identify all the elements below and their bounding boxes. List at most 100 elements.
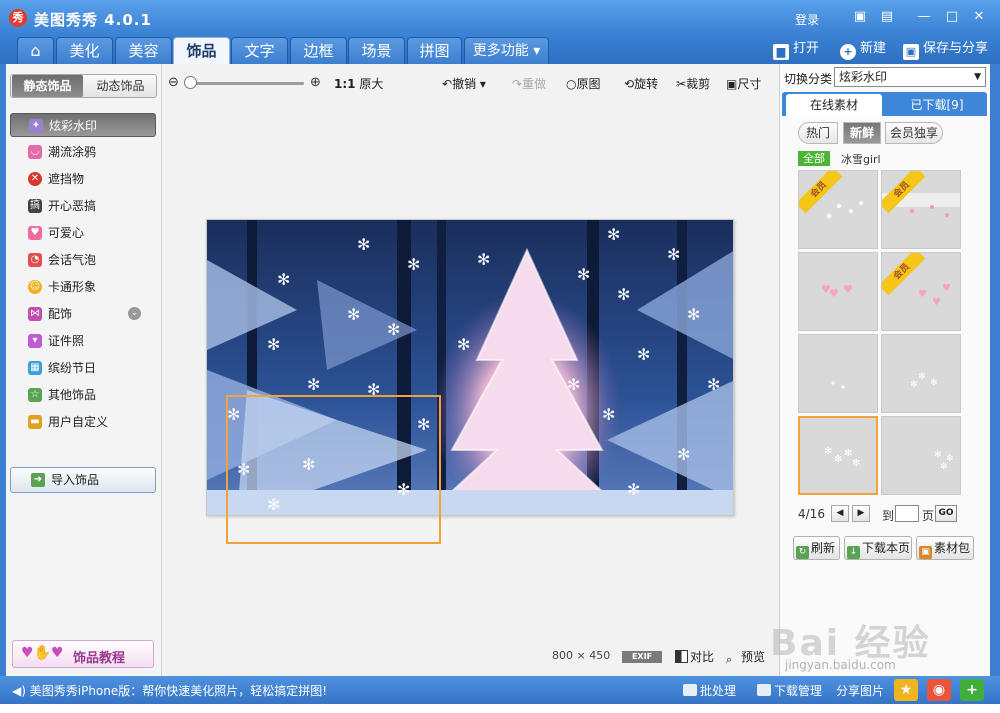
material-thumb[interactable]: 会员 [798, 170, 878, 249]
zoom-in-icon[interactable]: ⊕ [310, 75, 321, 90]
preview-button[interactable]: ⌕ 预览 [726, 648, 765, 666]
filter-member-only[interactable]: 会员独享 [885, 122, 943, 144]
category-label: 缤纷节日 [48, 361, 97, 375]
svg-text:✻: ✻ [407, 255, 420, 274]
next-page-button[interactable]: ▶ [852, 505, 870, 522]
chevron-down-icon[interactable]: ⌄ [128, 307, 141, 320]
svg-text:✻: ✻ [602, 405, 615, 424]
category-item[interactable]: ✦ 炫彩水印 [10, 113, 156, 137]
material-thumb[interactable]: 会员 ♥ ♥ ♥ [881, 252, 961, 331]
category-item[interactable]: ✕ 遮挡物 [10, 167, 156, 191]
category-item[interactable]: ◡ 潮流涂鸦 [10, 140, 156, 164]
go-button[interactable]: GO [935, 505, 957, 522]
login-link[interactable]: 登录 [795, 11, 819, 28]
material-thumb[interactable]: ✻ ✻ ✻ [881, 416, 961, 495]
accessory-tutorial-button[interactable]: ♥✋♥ 饰品教程 [12, 640, 154, 668]
star-icon[interactable]: ★ [894, 679, 918, 701]
new-button[interactable]: + 新建 [840, 40, 886, 60]
exif-badge[interactable]: EXIF [622, 651, 662, 663]
chevron-down-icon[interactable]: ▾ [480, 77, 486, 91]
filter-hot[interactable]: 热门 [798, 122, 838, 144]
category-select[interactable]: 炫彩水印 ▼ [834, 67, 986, 87]
tab-more-features[interactable]: 更多功能 ▾ [464, 37, 549, 64]
open-button[interactable]: ▆ 打开 [773, 40, 820, 60]
rotate-button[interactable]: ⟲旋转 [624, 75, 658, 92]
original-button[interactable]: ○原图 [566, 75, 601, 92]
tag-ice-snow-girl[interactable]: 冰雪girl [841, 151, 881, 167]
tab-animated-accessories[interactable]: 动态饰品 [85, 75, 156, 97]
tab-scene[interactable]: 场景 [348, 37, 405, 64]
image-height: 450 [589, 649, 611, 662]
material-grid: 会员 会员 ♥ ♥ ♥ 会员 ♥ ♥ ♥ ✻ ✻ ✻ ✻ ✻ ✻ ✻ ✻ ✻ ✻ [798, 170, 962, 496]
undo-icon: ↶ [442, 77, 453, 91]
download-page-label: 下载本页 [862, 541, 911, 555]
download-page-button[interactable]: ↓ 下载本页 [844, 536, 912, 560]
open-label: 打开 [793, 41, 820, 56]
material-thumb[interactable]: ♥ ♥ ♥ [798, 252, 878, 331]
compare-button[interactable]: 对比 [675, 648, 714, 665]
resize-button[interactable]: ▣尺寸 [726, 75, 761, 92]
category-item[interactable]: ☺ 卡通形象 [10, 275, 156, 299]
category-label: 潮流涂鸦 [48, 145, 97, 159]
filter-new[interactable]: 新鲜 [843, 122, 881, 144]
crop-label: 裁剪 [686, 77, 711, 91]
svg-text:✻: ✻ [457, 335, 470, 354]
material-pack-button[interactable]: ▣ 素材包 [916, 536, 974, 560]
download-manager-button[interactable]: 下载管理 [757, 682, 822, 699]
refresh-icon: ↻ [796, 546, 809, 559]
svg-text:✻: ✻ [567, 375, 580, 394]
share-photo-button[interactable]: 分享图片 [836, 682, 884, 699]
tab-static-accessories[interactable]: 静态饰品 [12, 75, 83, 97]
preview-label: 预览 [741, 650, 766, 664]
category-item[interactable]: 搞开心恶搞 [10, 194, 156, 218]
feedback-icon[interactable]: ▣ [852, 9, 868, 25]
weibo-icon[interactable]: ◉ [927, 679, 951, 701]
category-item[interactable]: ◔ 会话气泡 [10, 248, 156, 272]
refresh-label: 刷新 [811, 541, 836, 555]
accessory-type-tabs: 静态饰品 动态饰品 [10, 74, 157, 98]
import-accessory-button[interactable]: ➜ 导入饰品 [10, 467, 156, 493]
category-item[interactable]: ☆ 其他饰品 [10, 383, 156, 407]
original-size-button[interactable]: 1:1 原大 [334, 75, 383, 92]
tab-text[interactable]: 文字 [231, 37, 288, 64]
zoom-slider-thumb[interactable] [184, 76, 197, 89]
status-message[interactable]: ◀) 美图秀秀iPhone版：帮你快速美化照片，轻松搞定拼图! [12, 682, 327, 699]
tab-downloaded[interactable]: 已下载[9] [890, 94, 984, 116]
material-thumb[interactable] [798, 334, 878, 413]
batch-button[interactable]: 批处理 [683, 682, 736, 699]
download-manager-label: 下载管理 [774, 684, 823, 698]
save-share-button[interactable]: ▣ 保存与分享 [903, 40, 988, 60]
material-thumb[interactable]: 会员 [881, 170, 961, 249]
selection-frame[interactable] [226, 395, 441, 544]
category-item[interactable]: ▦ 缤纷节日 [10, 356, 156, 380]
material-thumb[interactable]: ✻ ✻ ✻ [881, 334, 961, 413]
tab-beautify[interactable]: 美化 [56, 37, 113, 64]
prev-page-button[interactable]: ◀ [831, 505, 849, 522]
crop-button[interactable]: ✂裁剪 [676, 75, 710, 92]
page-number-input[interactable] [895, 505, 919, 522]
tab-online-materials[interactable]: 在线素材 [786, 94, 882, 116]
category-label: 炫彩水印 [49, 119, 98, 133]
redo-button[interactable]: ↷重做 [512, 75, 546, 92]
maximize-icon[interactable]: □ [944, 9, 960, 25]
page-indicator: 4/16 [798, 507, 825, 521]
tab-accessories[interactable]: 饰品 [173, 37, 230, 64]
tab-frame[interactable]: 边框 [290, 37, 347, 64]
close-icon[interactable]: ✕ [971, 9, 987, 25]
add-icon[interactable]: + [960, 679, 984, 701]
minimize-icon[interactable]: — [916, 9, 932, 25]
category-item[interactable]: ⋈ 配饰 ⌄ [10, 302, 156, 326]
undo-button[interactable]: ↶撤销 ▾ [442, 75, 486, 92]
tag-all[interactable]: 全部 [798, 151, 830, 166]
tab-home[interactable]: ⌂ [17, 37, 54, 64]
tab-collage[interactable]: 拼图 [407, 37, 462, 64]
tab-beauty[interactable]: 美容 [115, 37, 172, 64]
category-item[interactable]: ▬ 用户自定义 [10, 410, 156, 434]
zoom-out-icon[interactable]: ⊖ [168, 75, 179, 90]
category-item[interactable]: ♥ 可爱心 [10, 221, 156, 245]
material-thumb-selected[interactable]: ✻ ✻ ✻ ✻ [798, 416, 878, 495]
refresh-button[interactable]: ↻ 刷新 [793, 536, 840, 560]
zoom-slider[interactable] [190, 82, 304, 85]
category-item[interactable]: ▾ 证件照 [10, 329, 156, 353]
skin-icon[interactable]: ▤ [879, 9, 895, 25]
